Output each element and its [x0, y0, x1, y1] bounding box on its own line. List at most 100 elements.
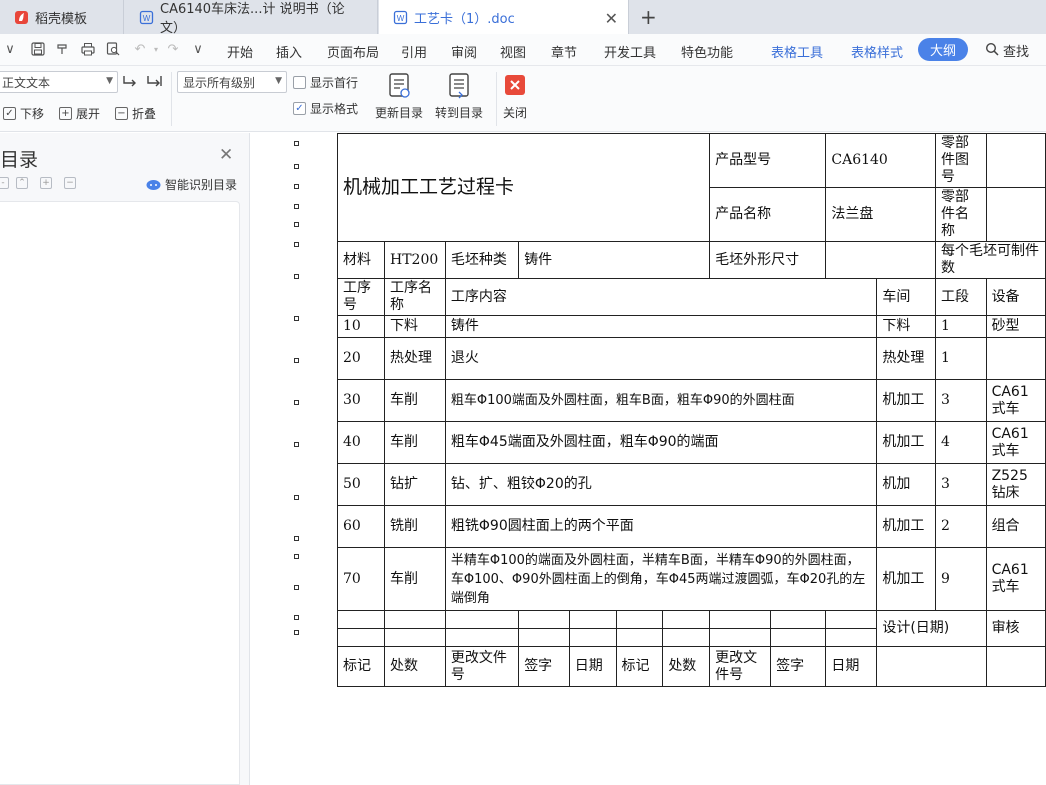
menu-review[interactable]: 审阅 [451, 42, 477, 61]
move-down-button[interactable]: ✓ 下移 [3, 105, 44, 122]
level-combo[interactable]: 显示所有级别 ▼ [177, 71, 287, 93]
menu-table-tools[interactable]: 表格工具 [771, 42, 823, 61]
blank-cell[interactable] [444, 628, 520, 647]
toc-up-icon[interactable]: ⌃ [16, 177, 28, 189]
blank-cell[interactable] [444, 610, 520, 629]
step-content[interactable]: 粗铣Φ90圆柱面上的两个平面 [444, 505, 878, 548]
menu-view[interactable]: 视图 [500, 42, 526, 61]
header-equipment[interactable]: 设备 [985, 278, 1046, 316]
show-first-line-checkbox[interactable]: 显示首行 [293, 74, 358, 91]
close-outline-button[interactable]: 关闭 [503, 72, 527, 121]
footer-mark[interactable]: 标记 [615, 646, 664, 687]
step-equipment[interactable]: CA61式车 [985, 547, 1046, 611]
chevron-down-icon[interactable]: ∨ [2, 41, 18, 57]
step-name[interactable]: 车削 [383, 379, 446, 422]
step-no[interactable]: 40 [337, 421, 385, 464]
step-content[interactable]: 铸件 [444, 315, 878, 338]
step-section[interactable]: 1 [935, 315, 987, 338]
blank-cell[interactable] [337, 610, 385, 629]
product-name-label[interactable]: 产品名称 [709, 187, 827, 242]
menu-references[interactable]: 引用 [401, 42, 427, 61]
menu-home[interactable]: 开始 [227, 42, 253, 61]
step-equipment[interactable]: 砂型 [985, 315, 1046, 338]
material-label[interactable]: 材料 [337, 241, 385, 279]
undo-dropdown-icon[interactable]: ▾ [148, 41, 164, 57]
footer-count[interactable]: 处数 [662, 646, 711, 687]
step-equipment[interactable]: Z525钻床 [985, 463, 1046, 506]
step-no[interactable]: 30 [337, 379, 385, 422]
step-name[interactable]: 下料 [383, 315, 446, 338]
step-content[interactable]: 钻、扩、粗铰Φ20的孔 [444, 463, 878, 506]
blank-size-label[interactable]: 毛坯外形尺寸 [709, 241, 827, 279]
product-model-label[interactable]: 产品型号 [709, 133, 827, 188]
toc-expand-icon[interactable]: + [40, 177, 52, 189]
step-no[interactable]: 10 [337, 315, 385, 338]
step-equipment[interactable]: 组合 [985, 505, 1046, 548]
more-chevron-icon[interactable]: ∨ [190, 41, 206, 57]
style-combo[interactable]: 正文文本 ▼ [0, 71, 118, 93]
step-name[interactable]: 钻扩 [383, 463, 446, 506]
menu-section[interactable]: 章节 [551, 42, 577, 61]
step-no[interactable]: 50 [337, 463, 385, 506]
per-blank-label[interactable]: 每个毛坯可制件数 [935, 241, 1046, 279]
step-equipment[interactable]: CA61式车 [985, 379, 1046, 422]
close-tab-icon[interactable]: ✕ [605, 9, 618, 28]
tab-lathe-thesis[interactable]: W CA6140车床法...计 说明书（论文） [125, 0, 378, 36]
blank-cell[interactable] [518, 628, 570, 647]
save-icon[interactable] [30, 41, 46, 57]
footer-sign[interactable]: 签字 [518, 646, 570, 687]
blank-cell[interactable] [985, 646, 1046, 687]
redo-icon[interactable]: ↷ [165, 41, 181, 57]
blank-cell[interactable] [662, 628, 711, 647]
collapse-button[interactable]: − 折叠 [115, 105, 156, 122]
step-name[interactable]: 车削 [383, 547, 446, 611]
header-section[interactable]: 工段 [935, 278, 987, 316]
blank-size-value[interactable] [825, 241, 936, 279]
footer-date[interactable]: 日期 [825, 646, 878, 687]
blank-cell[interactable] [615, 628, 664, 647]
promote-button[interactable] [122, 73, 140, 89]
update-toc-button[interactable]: 更新目录 [375, 72, 423, 121]
blank-cell[interactable] [518, 610, 570, 629]
step-workshop[interactable]: 机加工 [876, 547, 936, 611]
part-drawing-value[interactable] [985, 133, 1046, 188]
step-workshop[interactable]: 机加工 [876, 379, 936, 422]
tab-process-card[interactable]: W 工艺卡（1）.doc ✕ [379, 0, 629, 34]
footer-date[interactable]: 日期 [568, 646, 617, 687]
blank-cell[interactable] [337, 628, 385, 647]
step-name[interactable]: 车削 [383, 421, 446, 464]
product-name-value[interactable]: 法兰盘 [825, 187, 936, 242]
blank-cell[interactable] [568, 628, 617, 647]
footer-count[interactable]: 处数 [383, 646, 446, 687]
format-painter-icon[interactable] [55, 41, 71, 57]
blank-cell[interactable] [825, 610, 878, 629]
header-step-no[interactable]: 工序号 [337, 278, 385, 316]
menu-outline[interactable]: 大纲 [918, 38, 968, 61]
review-label[interactable]: 审核 [985, 610, 1046, 647]
step-content[interactable]: 粗车Φ100端面及外圆柱面，粗车B面，粗车Φ90的外圆柱面 [444, 379, 878, 422]
menu-insert[interactable]: 插入 [276, 42, 302, 61]
material-value[interactable]: HT200 [383, 241, 446, 279]
step-name[interactable]: 热处理 [383, 337, 446, 380]
step-section[interactable]: 9 [935, 547, 987, 611]
step-equipment[interactable]: CA61式车 [985, 421, 1046, 464]
step-content[interactable]: 半精车Φ100的端面及外圆柱面，半精车B面，半精车Φ90的外圆柱面，车Φ100、… [444, 547, 878, 611]
print-icon[interactable] [80, 41, 96, 57]
blank-cell[interactable] [825, 628, 878, 647]
step-workshop[interactable]: 机加 [876, 463, 936, 506]
search-button[interactable]: 查找 [985, 41, 1029, 60]
part-name-value[interactable] [985, 187, 1046, 242]
smart-toc-button[interactable]: 智能识别目录 [146, 176, 237, 193]
undo-icon[interactable]: ↶ [132, 41, 148, 57]
menu-page-layout[interactable]: 页面布局 [327, 42, 379, 61]
step-section[interactable]: 3 [935, 379, 987, 422]
blank-cell[interactable] [770, 610, 827, 629]
step-section[interactable]: 4 [935, 421, 987, 464]
step-content[interactable]: 粗车Φ45端面及外圆柱面，粗车Φ90的端面 [444, 421, 878, 464]
blank-cell[interactable] [568, 610, 617, 629]
card-title[interactable]: 机械加工工艺过程卡 [336, 133, 711, 242]
blank-cell[interactable] [383, 628, 446, 647]
menu-special-features[interactable]: 特色功能 [681, 42, 733, 61]
menu-developer[interactable]: 开发工具 [604, 42, 656, 61]
footer-mark[interactable]: 标记 [337, 646, 385, 687]
